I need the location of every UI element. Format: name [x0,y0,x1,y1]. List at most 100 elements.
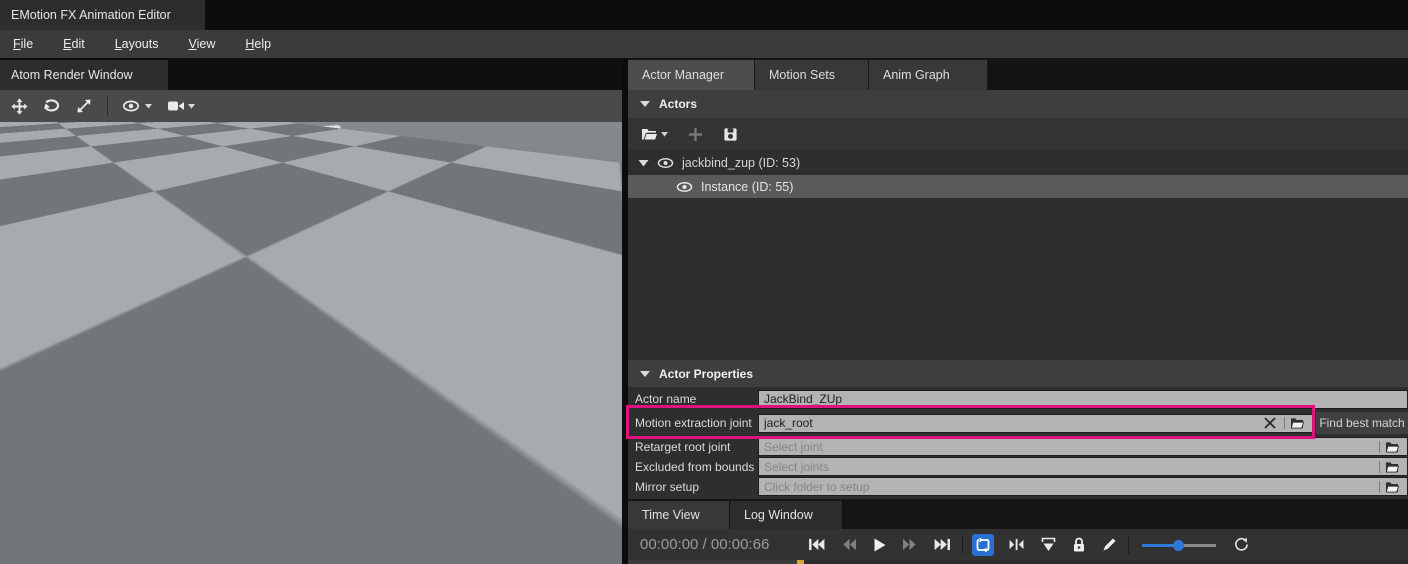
skip-to-start-icon [808,538,825,551]
loop-toggle-button[interactable] [972,534,994,556]
toolbar-separator [962,535,963,554]
tab-time-view[interactable]: Time View [628,501,730,529]
actors-tree: jackbind_zup (ID: 53) Instance (ID: 55) [628,150,1408,198]
chevron-down-icon [145,104,152,109]
scale-tool-button[interactable] [73,95,95,117]
step-forward-button[interactable] [898,536,922,553]
pen-button[interactable] [1098,535,1121,554]
property-row-retarget-root-joint: Retarget root joint Select joint [628,437,1408,456]
property-label: Excluded from bounds [628,460,758,474]
step-forward-icon [902,538,918,551]
tree-row-instance-selected[interactable]: Instance (ID: 55) [628,175,1408,198]
playback-toolbar: 00:00:00 / 00:00:66 [628,529,1408,560]
expand-caret-icon[interactable] [638,159,649,167]
camera-options-button[interactable] [164,96,198,116]
right-tab-row: Actor Manager Motion Sets Anim Graph [628,58,1408,90]
pick-joints-button[interactable] [1379,461,1402,473]
menu-edit[interactable]: Edit [48,30,100,58]
retarget-root-joint-input[interactable]: Select joint [758,437,1408,456]
find-best-match-button[interactable]: Find best match [1316,412,1408,434]
property-label: Retarget root joint [628,440,758,454]
window-title-tab[interactable]: EMotion FX Animation Editor [0,0,205,30]
step-backward-button[interactable] [837,536,861,553]
pick-joint-button[interactable] [1379,441,1402,453]
loop-icon [975,537,991,553]
open-actor-button[interactable] [638,125,671,144]
render-viewport[interactable] [0,122,622,564]
reset-button[interactable] [1230,535,1253,554]
titlebar: EMotion FX Animation Editor [0,0,1408,30]
actors-toolbar [628,118,1408,150]
pick-joint-button[interactable] [1284,417,1307,429]
menu-help[interactable]: Help [230,30,286,58]
property-row-excluded-from-bounds: Excluded from bounds Select joints [628,457,1408,476]
move-tool-button[interactable] [8,95,31,118]
property-label: Motion extraction joint [628,416,758,430]
menu-view[interactable]: View [174,30,231,58]
collapse-caret-icon [640,371,650,377]
folder-icon [1290,417,1304,429]
property-row-mirror-setup: Mirror setup Click folder to setup [628,477,1408,496]
menubar: File Edit Layouts View Help [0,30,1408,58]
menu-layouts[interactable]: Layouts [100,30,174,58]
skip-to-end-button[interactable] [930,536,955,553]
clear-joint-button[interactable] [1260,416,1280,430]
skip-to-start-button[interactable] [804,536,829,553]
timeline-lead-segment [628,560,797,564]
actor-name-input[interactable]: JackBind_ZUp [758,390,1408,409]
playback-speed-slider[interactable] [1142,538,1216,552]
eye-icon[interactable] [657,157,674,169]
folder-icon [1385,481,1399,493]
timeline-ruler[interactable] [628,560,1408,564]
mirror-setup-folder-button[interactable] [1379,481,1402,493]
camera-icon [167,99,185,113]
visibility-eye-icon [123,99,142,113]
add-actor-button[interactable] [685,124,706,145]
actors-section-header[interactable]: Actors [628,90,1408,118]
goto-marker-icon [1041,537,1056,552]
open-folder-icon [641,128,658,141]
tree-item-label: Instance (ID: 55) [701,180,793,194]
bottom-tab-row: Time View Log Window [628,499,1408,529]
eye-icon[interactable] [676,181,693,193]
folder-icon [1385,461,1399,473]
excluded-from-bounds-input[interactable]: Select joints [758,457,1408,476]
menu-file[interactable]: File [0,30,48,58]
scale-tool-icon [76,98,92,114]
folder-icon [1385,441,1399,453]
tab-actor-manager[interactable]: Actor Manager [628,60,755,90]
lock-button[interactable] [1068,535,1090,554]
actor-properties-header[interactable]: Actor Properties [628,360,1408,387]
tab-anim-graph[interactable]: Anim Graph [869,60,988,90]
rotate-tool-button[interactable] [40,95,64,117]
tab-atom-render-window[interactable]: Atom Render Window [0,60,168,90]
chevron-down-icon [661,132,668,137]
play-icon [873,538,886,552]
motion-extraction-joint-input[interactable]: jack_root [758,414,1313,433]
slider-handle[interactable] [1173,540,1184,551]
tab-log-window[interactable]: Log Window [730,501,843,529]
property-label: Mirror setup [628,480,758,494]
seek-playhead-button[interactable] [1004,536,1029,553]
toolbar-separator [1128,535,1129,554]
goto-marker-button[interactable] [1037,535,1060,554]
property-row-motion-extraction-joint: Motion extraction joint jack_root [628,411,1408,435]
clear-icon [1263,416,1277,430]
tree-row-actor[interactable]: jackbind_zup (ID: 53) [628,150,1408,175]
chevron-down-icon [188,104,195,109]
pen-icon [1102,537,1117,552]
playhead-marker[interactable] [797,560,804,564]
play-button[interactable] [869,536,890,554]
render-tab-row: Atom Render Window [0,58,622,90]
visibility-options-button[interactable] [120,96,155,116]
collapse-caret-icon [640,101,650,107]
character-model [0,122,622,564]
skip-to-end-icon [934,538,951,551]
tab-motion-sets[interactable]: Motion Sets [755,60,869,90]
viewport-toolbar [0,90,622,122]
mirror-setup-input[interactable]: Click folder to setup [758,477,1408,496]
save-icon [723,127,738,142]
property-row-actor-name: Actor name JackBind_ZUp [628,389,1408,409]
add-icon [688,127,703,142]
save-actor-button[interactable] [720,124,741,145]
